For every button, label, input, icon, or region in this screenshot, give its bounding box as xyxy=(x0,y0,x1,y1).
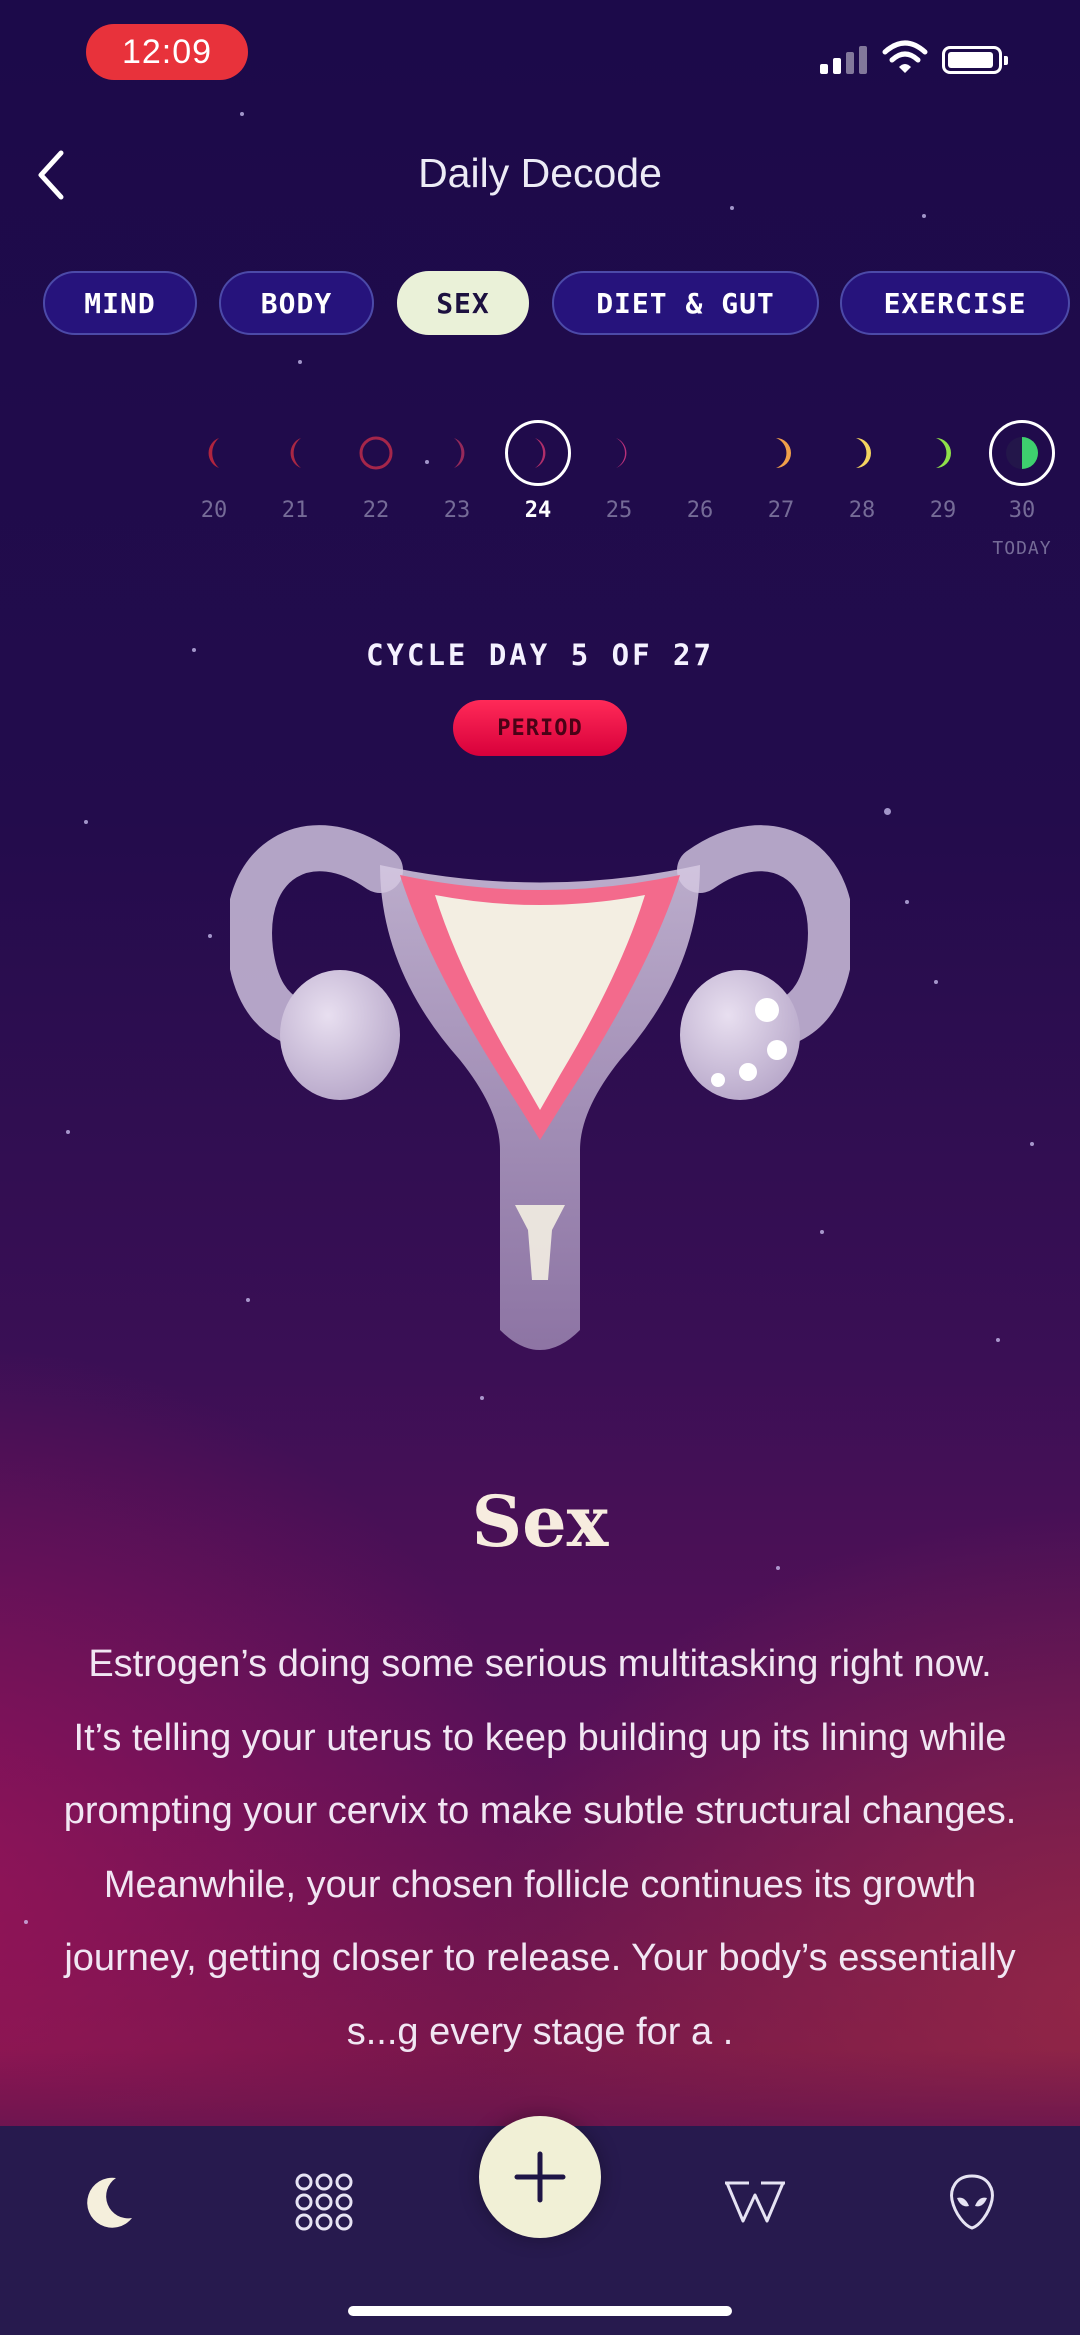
alien-icon xyxy=(950,2174,994,2230)
day-item-24[interactable]: 24 xyxy=(503,420,573,523)
phase-badge: PERIOD xyxy=(453,700,627,756)
moon-icon xyxy=(87,2177,132,2228)
add-button[interactable] xyxy=(479,2116,601,2238)
category-tabs: MIND BODY SEX DIET & GUT EXERCISE xyxy=(0,271,1080,337)
nav-alien-button[interactable] xyxy=(932,2162,1012,2242)
uterus-illustration xyxy=(230,825,850,1350)
day-item-26[interactable]: 26 xyxy=(665,420,735,523)
nav-moon-button[interactable] xyxy=(68,2162,148,2242)
waning-crescent-moon-icon xyxy=(208,438,219,468)
day-item-29[interactable]: 29 xyxy=(908,420,978,523)
waxing-crescent-moon-icon xyxy=(776,438,791,468)
page-title: Daily Decode xyxy=(418,150,662,196)
grid-icon xyxy=(295,2173,353,2231)
tab-body[interactable]: BODY xyxy=(219,271,374,335)
cellular-signal-icon xyxy=(820,46,867,74)
cycle-day-label: CYCLE DAY 5 OF 27 xyxy=(366,638,714,672)
new-moon-icon xyxy=(359,436,393,470)
waxing-crescent-moon-icon xyxy=(616,438,627,468)
tab-mind[interactable]: MIND xyxy=(43,271,197,335)
status-bar: 12:09 xyxy=(0,0,1080,110)
nav-w-button[interactable] xyxy=(715,2162,795,2242)
day-item-23[interactable]: 23 xyxy=(422,420,492,523)
waxing-crescent-moon-icon xyxy=(696,438,707,468)
day-item-28[interactable]: 28 xyxy=(827,420,897,523)
waxing-crescent-moon-icon xyxy=(535,438,546,468)
status-time: 12:09 xyxy=(86,24,248,80)
battery-icon xyxy=(942,46,1008,74)
tab-diet-gut[interactable]: DIET & GUT xyxy=(552,271,819,335)
plus-icon xyxy=(514,2151,566,2203)
waxing-crescent-moon-icon xyxy=(856,438,871,468)
today-label: TODAY xyxy=(992,538,1052,559)
section-body: Estrogen’s doing some serious multitaski… xyxy=(63,1643,1017,2053)
day-item-20[interactable]: 20 xyxy=(179,420,249,523)
waxing-crescent-moon-icon xyxy=(454,438,465,468)
half-moon-icon xyxy=(1006,437,1038,469)
day-item-22[interactable]: 22 xyxy=(341,420,411,523)
home-indicator xyxy=(348,2306,732,2316)
waning-crescent-moon-icon xyxy=(290,438,301,468)
day-item-21[interactable]: 21 xyxy=(260,420,330,523)
section-title: Sex xyxy=(471,1480,609,1563)
day-item-30-today[interactable]: 30 xyxy=(987,420,1057,523)
wifi-icon xyxy=(882,40,928,73)
witch-w-icon xyxy=(725,2181,785,2223)
bottom-nav xyxy=(0,2116,1080,2335)
waxing-crescent-moon-icon xyxy=(936,438,951,468)
tab-exercise[interactable]: EXERCISE xyxy=(840,271,1070,335)
day-item-25[interactable]: 25 xyxy=(584,420,654,523)
day-item-27[interactable]: 27 xyxy=(746,420,816,523)
nav-grid-button[interactable] xyxy=(284,2162,364,2242)
tab-sex[interactable]: SEX xyxy=(397,271,529,335)
